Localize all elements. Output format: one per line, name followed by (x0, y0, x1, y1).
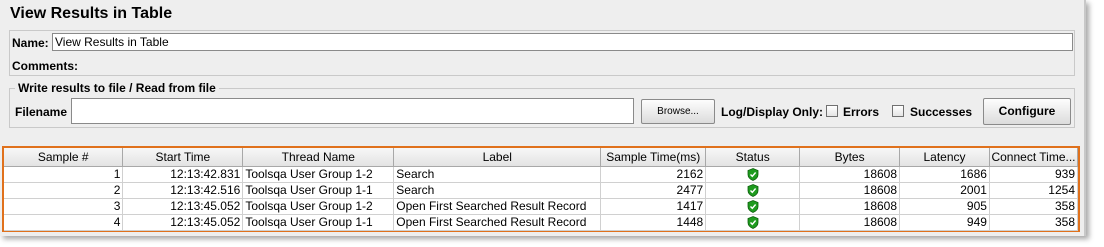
cell-bytes: 18608 (799, 214, 901, 231)
cell-label: Search (393, 182, 602, 199)
cell-thread-name: Toolsqa User Group 1-2 (242, 166, 395, 183)
cell-latency: 1686 (899, 166, 990, 183)
column-header-thread-name[interactable]: Thread Name (242, 148, 395, 167)
cell-bytes: 18608 (799, 166, 901, 183)
errors-label: Errors (843, 105, 880, 119)
column-header-start-time[interactable]: Start Time (122, 148, 244, 167)
cell-thread-name: Toolsqa User Group 1-2 (242, 198, 395, 215)
successes-label: Successes (910, 105, 973, 119)
cell-sample-time: 1448 (600, 214, 707, 231)
cell-status (705, 166, 801, 183)
table-row[interactable]: 1 12:13:42.831 Toolsqa User Group 1-2 Se… (4, 166, 1079, 183)
cell-sample-time: 2162 (600, 166, 707, 183)
cell-latency: 2001 (899, 182, 990, 199)
column-header-latency[interactable]: Latency (899, 148, 990, 167)
table-row[interactable]: 4 12:13:45.052 Toolsqa User Group 1-1 Op… (4, 214, 1079, 231)
cell-connect-time: 358 (989, 198, 1079, 215)
successes-checkbox[interactable] (892, 105, 904, 117)
success-icon (747, 200, 759, 214)
panel-divider (1084, 0, 1086, 236)
column-header-bytes[interactable]: Bytes (799, 148, 901, 167)
cell-bytes: 18608 (799, 182, 901, 199)
column-header-sample[interactable]: Sample # (4, 148, 124, 167)
cell-connect-time: 939 (989, 166, 1079, 183)
name-label: Name: (12, 36, 49, 50)
cell-thread-name: Toolsqa User Group 1-1 (242, 182, 395, 199)
cell-bytes: 18608 (799, 198, 901, 215)
comments-label: Comments: (12, 59, 79, 73)
success-icon (747, 184, 759, 198)
cell-status (705, 182, 801, 199)
log-display-label: Log/Display Only: (721, 105, 824, 119)
cell-latency: 905 (899, 198, 990, 215)
filename-input[interactable] (71, 98, 634, 124)
table-header-row: Sample # Start Time Thread Name Label Sa… (4, 148, 1079, 167)
success-icon (747, 216, 759, 230)
cell-status (705, 198, 801, 215)
results-table: Sample # Start Time Thread Name Label Sa… (4, 148, 1079, 231)
column-header-sample-time[interactable]: Sample Time(ms) (600, 148, 707, 167)
cell-latency: 949 (899, 214, 990, 231)
cell-start-time: 12:13:45.052 (122, 198, 244, 215)
configure-button[interactable]: Configure (983, 98, 1071, 125)
file-section-legend: Write results to file / Read from file (15, 81, 219, 95)
cell-sample-time: 1417 (600, 198, 707, 215)
filename-label: Filename (15, 105, 68, 119)
cell-label: Open First Searched Result Record (393, 198, 602, 215)
cell-sample: 2 (4, 182, 124, 199)
cell-sample: 3 (4, 198, 124, 215)
results-table-container: Sample # Start Time Thread Name Label Sa… (2, 146, 1080, 232)
cell-start-time: 12:13:45.052 (122, 214, 244, 231)
page-title: View Results in Table (10, 5, 173, 22)
cell-label: Search (393, 166, 602, 183)
table-row[interactable]: 2 12:13:42.516 Toolsqa User Group 1-1 Se… (4, 182, 1079, 199)
cell-thread-name: Toolsqa User Group 1-1 (242, 214, 395, 231)
column-header-label[interactable]: Label (393, 148, 602, 167)
errors-checkbox[interactable] (826, 105, 838, 117)
cell-sample: 1 (4, 166, 124, 183)
column-header-status[interactable]: Status (705, 148, 801, 167)
cell-start-time: 12:13:42.831 (122, 166, 244, 183)
cell-label: Open First Searched Result Record (393, 214, 602, 231)
cell-sample: 4 (4, 214, 124, 231)
cell-connect-time: 358 (989, 214, 1079, 231)
cell-sample-time: 2477 (600, 182, 707, 199)
cell-connect-time: 1254 (989, 182, 1079, 199)
cell-status (705, 214, 801, 231)
browse-button[interactable]: Browse... (641, 99, 715, 124)
table-row[interactable]: 3 12:13:45.052 Toolsqa User Group 1-2 Op… (4, 198, 1079, 215)
cell-start-time: 12:13:42.516 (122, 182, 244, 199)
name-input[interactable]: View Results in Table (52, 33, 1073, 51)
column-header-connect-time[interactable]: Connect Time... (989, 148, 1079, 167)
success-icon (747, 168, 759, 182)
